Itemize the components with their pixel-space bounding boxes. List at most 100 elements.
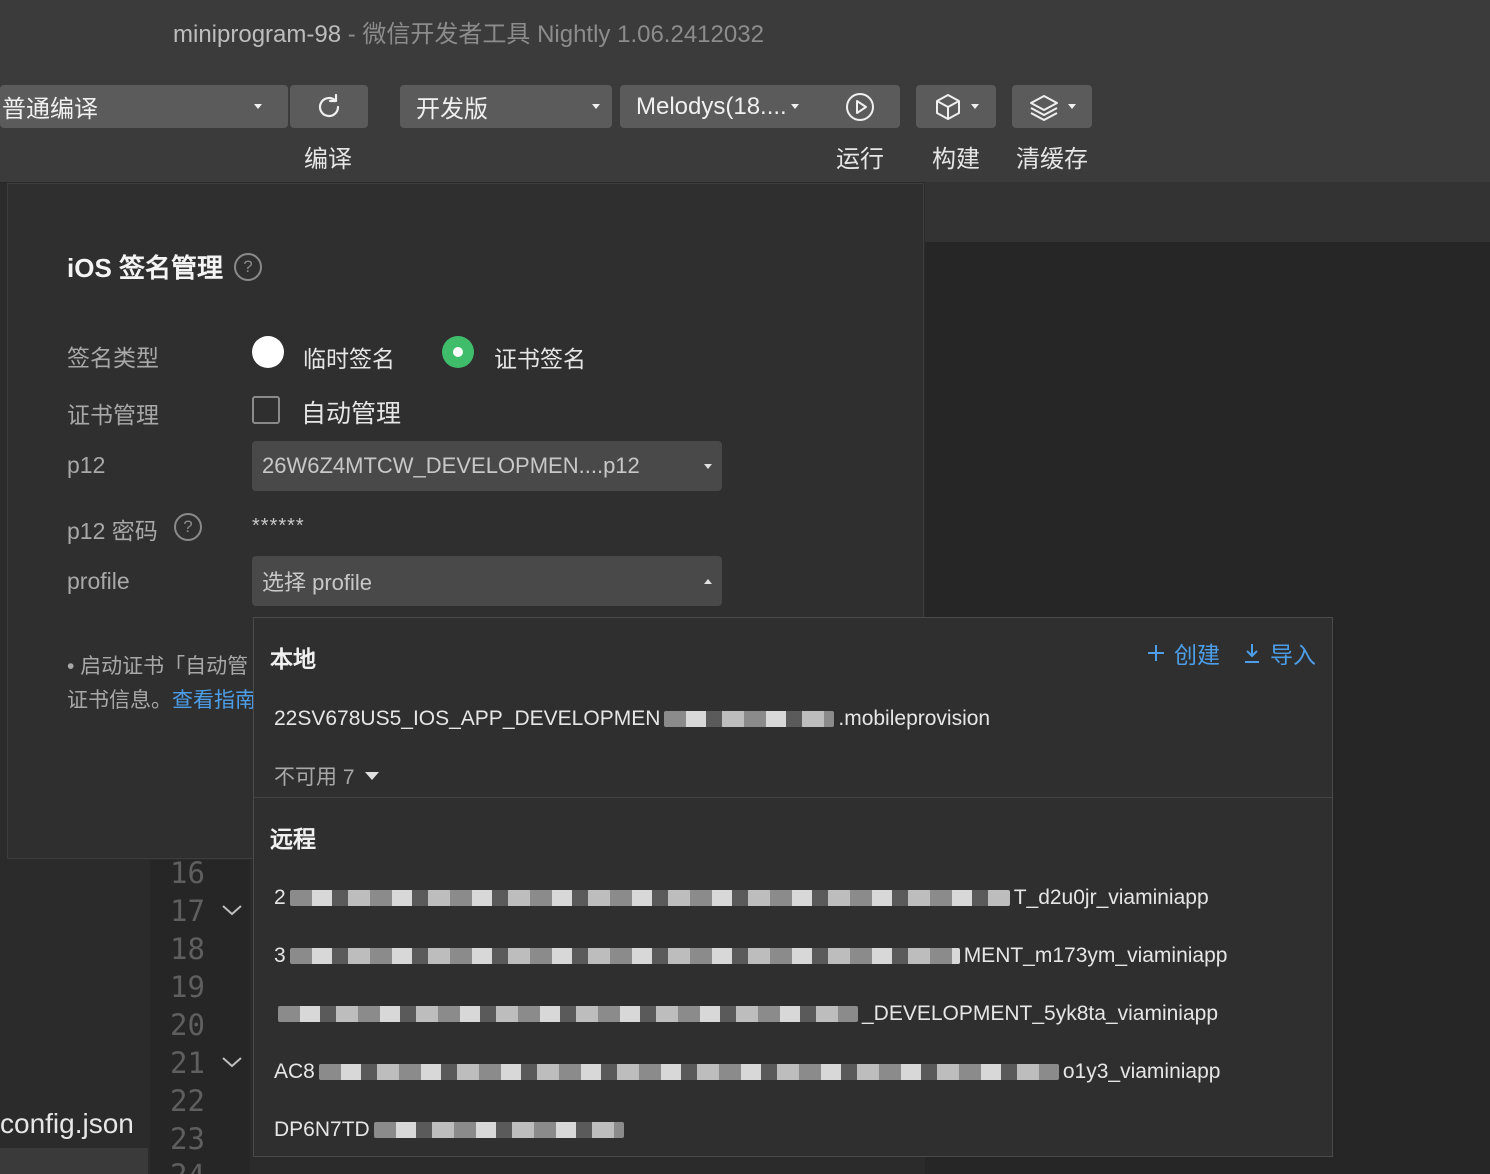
remote-profile-item[interactable]: 3 MENT_m173ym_viaminiapp <box>274 944 1227 968</box>
note-text: 证书信息。 <box>67 689 172 712</box>
clear-cache-button[interactable] <box>1012 85 1092 128</box>
run-label: 运行 <box>836 146 884 173</box>
compile-mode-label: 普通编译 <box>2 96 98 123</box>
line-number: 23 <box>170 1122 205 1156</box>
refresh-icon <box>318 93 340 117</box>
auto-manage-checkbox[interactable] <box>252 396 280 424</box>
profile-name-prefix: 3 <box>274 944 286 967</box>
profile-name-prefix: DP6N7TD <box>274 1118 370 1141</box>
profile-name-suffix: T_d2u0jr_viaminiapp <box>1013 886 1209 909</box>
version-select[interactable]: 开发版 <box>400 85 612 128</box>
redacted-text <box>373 1122 624 1139</box>
line-number: 16 <box>170 856 205 890</box>
profile-name-prefix: 2 <box>274 886 286 909</box>
fold-chevron-icon[interactable] <box>220 902 244 918</box>
compile-button[interactable] <box>290 85 368 128</box>
p12-label: p12 <box>67 452 106 478</box>
build-button[interactable] <box>916 85 996 128</box>
redacted-text <box>278 1006 858 1023</box>
profile-name-suffix: .mobileprovision <box>838 707 991 730</box>
device-select[interactable]: Melodys(18.... <box>620 85 900 128</box>
cube-icon <box>936 93 960 120</box>
chevron-down-icon <box>592 104 600 109</box>
import-profile-button[interactable]: 导入 <box>1242 636 1316 670</box>
radio-label-temporary: 临时签名 <box>303 346 395 372</box>
app-name: 微信开发者工具 Nightly 1.06.2412032 <box>362 21 764 48</box>
profile-select[interactable]: 选择 profile <box>252 556 722 606</box>
profile-name-suffix: MENT_m173ym_viaminiapp <box>963 944 1228 967</box>
fold-chevron-icon[interactable] <box>220 1054 244 1070</box>
profile-dropdown: 本地 创建 导入 22SV678US5_IOS_APP_DEVELOPMEN .m… <box>253 617 1333 1157</box>
download-icon <box>1245 644 1259 663</box>
chevron-down-icon <box>1068 104 1076 109</box>
clear-cache-label: 清缓存 <box>1016 146 1088 173</box>
remote-profile-item[interactable]: DP6N7TD <box>274 1118 628 1142</box>
profile-name-prefix: AC8 <box>274 1060 315 1083</box>
chevron-up-icon <box>704 578 712 584</box>
help-icon[interactable]: ? <box>234 253 262 281</box>
unavailable-toggle[interactable]: 不可用 7 <box>274 761 379 791</box>
line-number: 18 <box>170 932 205 966</box>
version-label: 开发版 <box>416 96 488 123</box>
editor-tab-bar <box>925 182 1490 242</box>
line-number: 20 <box>170 1008 205 1042</box>
layers-icon <box>1030 94 1058 121</box>
line-number: 19 <box>170 970 205 1004</box>
local-profile-item[interactable]: 22SV678US5_IOS_APP_DEVELOPMEN .mobileprov… <box>274 707 990 731</box>
radio-temporary-signature[interactable] <box>252 336 284 368</box>
triangle-down-icon <box>364 772 379 780</box>
import-label: 导入 <box>1270 642 1316 668</box>
p12-password-label: p12 密码 <box>67 518 158 544</box>
profile-name-prefix: 22SV678US5_IOS_APP_DEVELOPMEN <box>274 707 661 730</box>
build-label: 构建 <box>932 146 980 173</box>
p12-value: 26W6Z4MTCW_DEVELOPMEN....p12 <box>262 453 640 478</box>
chevron-down-icon <box>971 104 979 109</box>
remote-profile-item[interactable]: AC8 o1y3_viaminiapp <box>274 1060 1220 1084</box>
explorer-selected-row <box>0 1148 148 1174</box>
p12-password-field[interactable]: ****** <box>252 515 305 538</box>
note-line-2: 证书信息。查看指南 <box>67 684 256 718</box>
unavailable-label: 不可用 7 <box>274 766 355 789</box>
section-divider <box>254 797 1332 798</box>
p12-select[interactable]: 26W6Z4MTCW_DEVELOPMEN....p12 <box>252 441 722 491</box>
dialog-title: iOS 签名管理 <box>67 253 224 283</box>
compile-mode-select[interactable]: 普通编译 <box>0 85 288 128</box>
play-icon[interactable] <box>844 91 876 123</box>
auto-manage-label: 自动管理 <box>301 400 402 428</box>
project-name: miniprogram-98 <box>173 21 342 48</box>
line-number: 22 <box>170 1084 205 1118</box>
radio-selected-dot <box>453 347 463 357</box>
create-profile-button[interactable]: 创建 <box>1146 636 1220 670</box>
local-section-title: 本地 <box>270 646 316 672</box>
guide-link[interactable]: 查看指南 <box>172 689 256 712</box>
remote-profile-item[interactable]: _DEVELOPMENT_5yk8ta_viaminiapp <box>274 1002 1218 1026</box>
title-separator: - <box>347 21 356 48</box>
create-label: 创建 <box>1174 642 1220 668</box>
plus-icon <box>1148 645 1164 661</box>
radio-certificate-signature[interactable] <box>442 336 474 368</box>
redacted-text <box>664 711 835 728</box>
profile-label: profile <box>67 568 130 594</box>
file-tree-item[interactable]: config.json <box>0 1108 134 1140</box>
note-line-1: • 启动证书「自动管 <box>67 655 249 678</box>
profile-name-suffix: o1y3_viaminiapp <box>1062 1060 1221 1083</box>
chevron-down-icon <box>704 463 712 469</box>
device-label: Melodys(18.... <box>636 92 787 120</box>
redacted-text <box>318 1064 1059 1081</box>
remote-section-title: 远程 <box>270 826 316 852</box>
line-number: 17 <box>170 894 205 928</box>
chevron-down-icon <box>254 104 262 109</box>
radio-label-certificate: 证书签名 <box>494 346 586 372</box>
sign-type-label: 签名类型 <box>67 345 159 371</box>
line-number: 24 <box>170 1158 205 1174</box>
remote-profile-item[interactable]: 2 T_d2u0jr_viaminiapp <box>274 886 1209 910</box>
line-number: 21 <box>170 1046 205 1080</box>
redacted-text <box>289 948 960 965</box>
profile-placeholder: 选择 profile <box>262 570 373 595</box>
help-icon[interactable]: ? <box>174 513 202 541</box>
compile-label: 编译 <box>304 146 352 173</box>
chevron-down-icon <box>790 104 799 109</box>
dialog-note: • 启动证书「自动管 证书信息。查看指南 <box>67 650 256 718</box>
window-title: miniprogram-98 - 微信开发者工具 Nightly 1.06.24… <box>173 14 764 49</box>
profile-name-suffix: _DEVELOPMENT_5yk8ta_viaminiapp <box>862 1002 1218 1025</box>
